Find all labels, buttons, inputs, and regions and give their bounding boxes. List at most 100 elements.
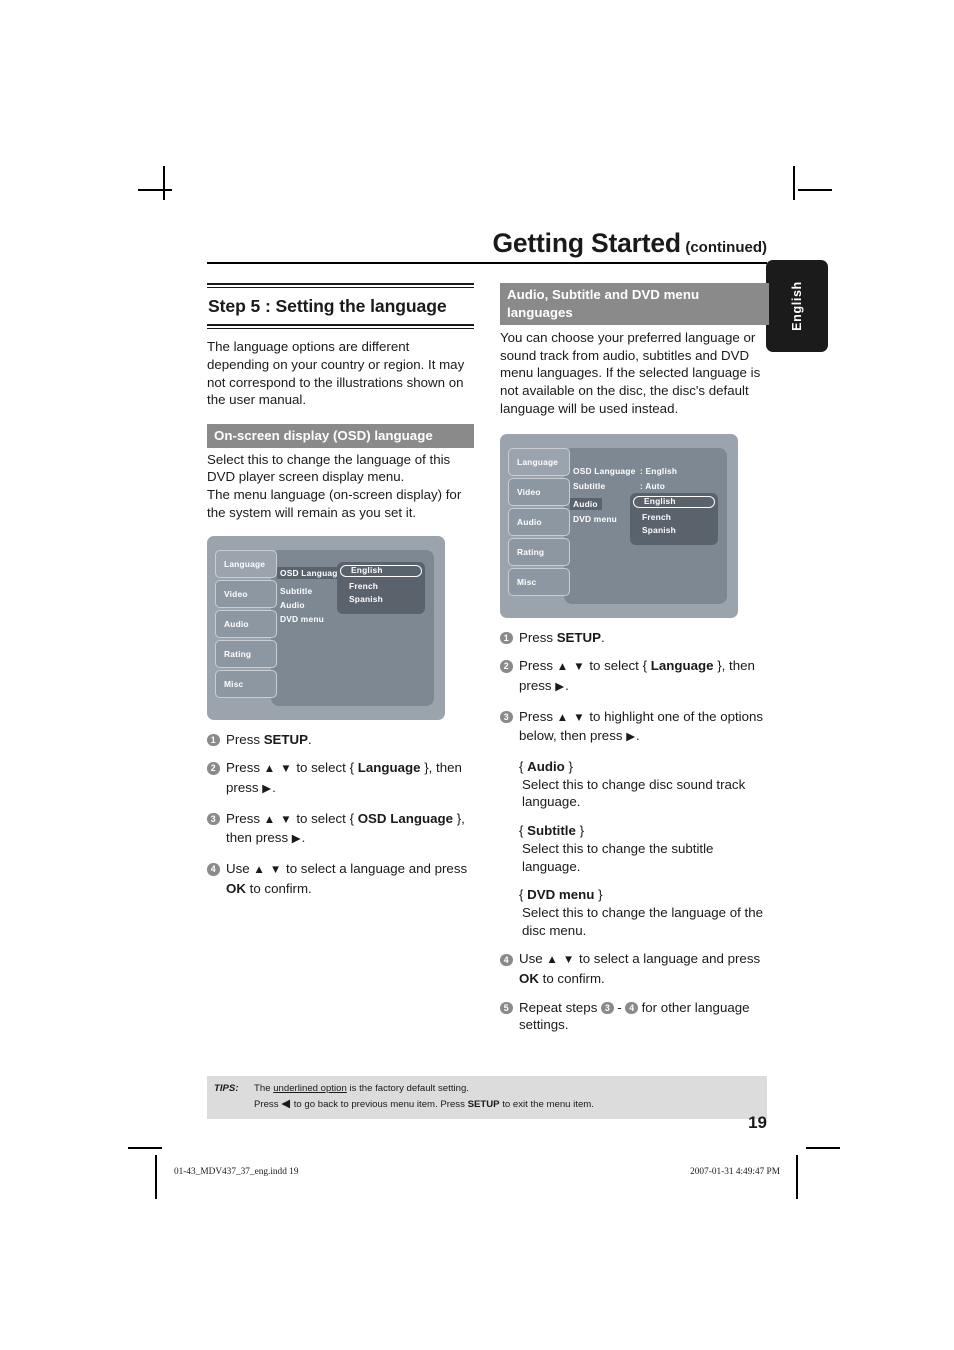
audio-item-audio[interactable]: Audio bbox=[570, 497, 602, 511]
osd-item-audio[interactable]: Audio bbox=[280, 600, 305, 610]
audio-item-subtitle[interactable]: Subtitle bbox=[573, 481, 605, 491]
right-step-4-text: Use ▲ ▼ to select a language and press O… bbox=[519, 951, 761, 987]
audio-tab-rating-label: Rating bbox=[517, 546, 545, 557]
left-step-2-number: 2 bbox=[207, 762, 220, 775]
crop-mark-top-right-h bbox=[798, 189, 832, 191]
page-title-suffix: (continued) bbox=[685, 239, 767, 256]
audio-value-subtitle: : Auto bbox=[640, 480, 666, 491]
osd-menu-tab-list: Language Video Audio Rating Misc bbox=[215, 549, 277, 700]
osd-tab-language-label: Language bbox=[224, 558, 266, 569]
left-steps-list: 1 Press SETUP. 2 Press ▲ ▼ to select { L… bbox=[207, 731, 474, 898]
left-step-2: 2 Press ▲ ▼ to select { Language }, then… bbox=[207, 759, 474, 798]
right-step-4: 4 Use ▲ ▼ to select a language and press… bbox=[500, 950, 767, 987]
osd-body-2: The menu language (on-screen display) fo… bbox=[207, 487, 462, 520]
two-column-layout: Step 5 : Setting the language The langua… bbox=[207, 283, 769, 1034]
osd-tab-audio[interactable]: Audio bbox=[215, 609, 277, 638]
left-step-4-text: Use ▲ ▼ to select a language and press O… bbox=[226, 861, 468, 896]
osd-language-dropdown: English French Spanish bbox=[337, 561, 425, 614]
right-steps-list: 1 Press SETUP. 2 Press ▲ ▼ to select { L… bbox=[500, 629, 767, 748]
osd-tab-misc[interactable]: Misc bbox=[215, 669, 277, 698]
right-step-3-number: 3 bbox=[500, 710, 513, 724]
footer-timestamp: 2007-01-31 4:49:47 PM bbox=[690, 1167, 780, 1177]
left-step-3-text: Press ▲ ▼ to select { OSD Language }, th… bbox=[226, 810, 465, 846]
left-step-4-number: 4 bbox=[207, 863, 220, 876]
sub-option-subtitle: { Subtitle } Select this to change the s… bbox=[519, 822, 767, 875]
osd-item-subtitle[interactable]: Subtitle bbox=[280, 586, 312, 596]
right-step-4-number: 4 bbox=[500, 953, 513, 967]
crop-mark-top-right-v bbox=[793, 166, 795, 200]
osd-tab-video-label: Video bbox=[224, 588, 248, 599]
osd-language-section-bar: On-screen display (OSD) language bbox=[207, 424, 474, 448]
sub-option-audio-desc: Select this to change disc sound track l… bbox=[522, 776, 746, 810]
osd-option-french[interactable]: French bbox=[337, 581, 425, 591]
sub-option-subtitle-name: { Subtitle } bbox=[519, 823, 585, 839]
osd-tab-language[interactable]: Language bbox=[215, 549, 277, 578]
step-5-title: Step 5 : Setting the language bbox=[208, 296, 447, 317]
audio-subtitle-section-bar: Audio, Subtitle and DVD menu languages bbox=[500, 283, 769, 325]
osd-item-dvd-menu[interactable]: DVD menu bbox=[280, 614, 324, 624]
osd-menu-screenshot: Language Video Audio Rating Misc OSD Lan… bbox=[207, 535, 445, 720]
page-content: Getting Started (continued) Step 5 : Set… bbox=[207, 228, 769, 1034]
right-step-1-text: Press SETUP. bbox=[519, 629, 605, 645]
tips-line-2: Press ◀ to go back to previous menu item… bbox=[207, 1097, 767, 1113]
osd-tab-rating-label: Rating bbox=[224, 648, 252, 659]
slug-rule-left bbox=[155, 1155, 157, 1199]
audio-tab-audio-label: Audio bbox=[517, 516, 542, 527]
audio-tab-rating[interactable]: Rating bbox=[508, 537, 570, 566]
tips-text-2: Press ◀ to go back to previous menu item… bbox=[254, 1097, 594, 1110]
crop-mark-top-left-v bbox=[163, 166, 165, 200]
audio-menu-tab-list: Language Video Audio Rating Misc bbox=[508, 447, 570, 598]
crop-mark-top-left-h bbox=[138, 189, 172, 191]
language-thumb-tab: English bbox=[766, 260, 828, 352]
right-steps-tail-list: 4 Use ▲ ▼ to select a language and press… bbox=[500, 950, 767, 1034]
right-step-2: 2 Press ▲ ▼ to select { Language }, then… bbox=[500, 657, 767, 696]
right-step-5: 5 Repeat steps 3 - 4 for other language … bbox=[500, 999, 767, 1034]
audio-tab-audio[interactable]: Audio bbox=[508, 507, 570, 536]
osd-tab-video[interactable]: Video bbox=[215, 579, 277, 608]
crop-mark-bottom-left-h bbox=[128, 1147, 162, 1149]
audio-item-osd-language[interactable]: OSD Language bbox=[573, 466, 635, 476]
sub-option-dvd-menu: { DVD menu } Select this to change the l… bbox=[519, 886, 767, 939]
page-number: 19 bbox=[748, 1113, 767, 1132]
right-step-3: 3 Press ▲ ▼ to highlight one of the opti… bbox=[500, 708, 767, 747]
sub-option-dvd-menu-name: { DVD menu } bbox=[519, 887, 603, 903]
audio-option-french[interactable]: French bbox=[630, 512, 718, 522]
page-title: Getting Started bbox=[492, 228, 681, 258]
left-step-1-text: Press SETUP. bbox=[226, 731, 312, 747]
tips-box: TIPS: The underlined option is the facto… bbox=[207, 1076, 767, 1119]
audio-tab-video[interactable]: Video bbox=[508, 477, 570, 506]
osd-option-spanish[interactable]: Spanish bbox=[337, 594, 425, 604]
audio-tab-misc[interactable]: Misc bbox=[508, 567, 570, 596]
osd-option-english[interactable]: English bbox=[340, 564, 422, 577]
audio-value-osd-language: : English bbox=[640, 465, 678, 476]
left-step-3: 3 Press ▲ ▼ to select { OSD Language }, … bbox=[207, 810, 474, 849]
osd-tab-audio-label: Audio bbox=[224, 618, 249, 629]
left-column: Step 5 : Setting the language The langua… bbox=[207, 283, 474, 1034]
osd-tab-rating[interactable]: Rating bbox=[215, 639, 277, 668]
sub-option-audio: { Audio } Select this to change disc sou… bbox=[519, 758, 767, 811]
tips-label-spacer bbox=[207, 1097, 254, 1113]
tips-line-1: TIPS: The underlined option is the facto… bbox=[207, 1082, 767, 1097]
footer-filename: 01-43_MDV437_37_eng.indd 19 bbox=[174, 1167, 299, 1177]
language-thumb-tab-label: English bbox=[790, 281, 804, 331]
audio-option-english[interactable]: English bbox=[633, 495, 715, 508]
right-step-2-text: Press ▲ ▼ to select { Language }, then p… bbox=[519, 658, 755, 693]
tips-text-1: The underlined option is the factory def… bbox=[254, 1083, 469, 1094]
osd-body-1: Select this to change the language of th… bbox=[207, 451, 451, 485]
audio-subtitle-body: You can choose your preferred language o… bbox=[500, 330, 761, 416]
left-intro-paragraph: The language options are different depen… bbox=[207, 339, 465, 408]
audio-tab-language[interactable]: Language bbox=[508, 447, 570, 476]
audio-tab-video-label: Video bbox=[517, 486, 541, 497]
audio-tab-language-label: Language bbox=[517, 456, 559, 467]
running-head: Getting Started (continued) bbox=[207, 228, 767, 261]
osd-tab-misc-label: Misc bbox=[224, 678, 244, 689]
running-head-rule bbox=[207, 262, 767, 264]
audio-item-dvd-menu[interactable]: DVD menu bbox=[573, 514, 617, 524]
right-step-5-text: Repeat steps 3 - 4 for other language se… bbox=[519, 999, 750, 1033]
right-step-5-number: 5 bbox=[500, 1001, 513, 1015]
sub-option-audio-name: { Audio } bbox=[519, 759, 573, 775]
audio-option-spanish[interactable]: Spanish bbox=[630, 525, 718, 535]
left-step-2-text: Press ▲ ▼ to select { Language }, then p… bbox=[226, 760, 462, 795]
right-step-1-number: 1 bbox=[500, 631, 513, 645]
right-step-2-number: 2 bbox=[500, 660, 513, 673]
